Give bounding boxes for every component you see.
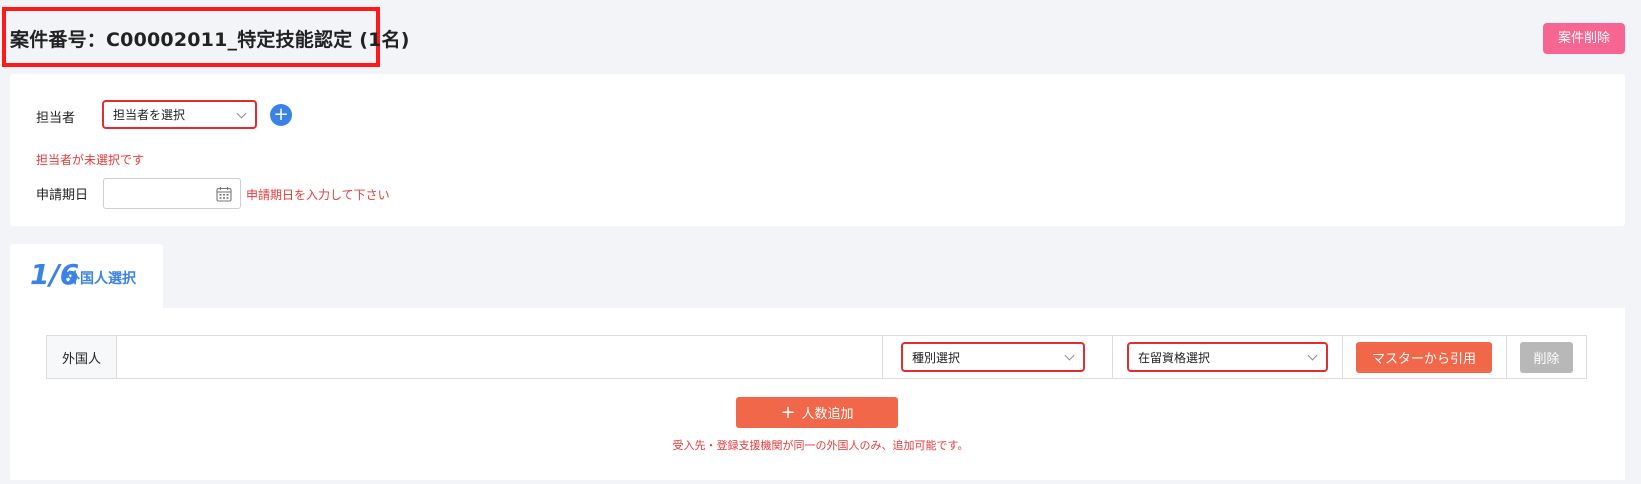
- assignee-label: 担当者: [36, 111, 76, 126]
- plus-icon: +: [780, 401, 796, 423]
- residence-status-select-value: 在留資格選択: [1138, 350, 1211, 365]
- assignee-select[interactable]: 担当者を選択: [102, 100, 257, 129]
- quote-from-master-button[interactable]: マスターから引用: [1356, 342, 1492, 373]
- delete-case-button[interactable]: 案件削除: [1543, 23, 1625, 54]
- assignee-error: 担当者が未選択です: [36, 153, 145, 167]
- add-people-note: 受入先・登録支援機関が同一の外国人のみ、追加可能です。: [672, 439, 969, 452]
- calendar-icon[interactable]: [216, 186, 232, 202]
- type-select-value: 種別選択: [912, 350, 961, 365]
- assignee-select-value: 担当者を選択: [113, 108, 186, 122]
- cell-divider: [1112, 336, 1113, 378]
- chevron-down-icon: [236, 108, 247, 119]
- application-date-label: 申請期日: [36, 188, 89, 203]
- foreigner-card: [10, 308, 1625, 480]
- cell-divider: [1342, 336, 1343, 378]
- cell-divider: [1506, 336, 1507, 378]
- chevron-down-icon: [1307, 350, 1318, 361]
- case-info-card: [10, 74, 1625, 226]
- page-title: 案件番号：C00002011_特定技能認定 (1名): [10, 29, 410, 51]
- tab-foreigner-selection[interactable]: 1/6 外国人選択: [10, 244, 163, 308]
- add-people-label: 人数追加: [801, 407, 854, 422]
- add-assignee-plus-icon[interactable]: +: [270, 104, 292, 126]
- chevron-down-icon: [1064, 350, 1075, 361]
- application-date-error: 申請期日を入力して下さい: [246, 188, 390, 202]
- application-date-input[interactable]: [103, 178, 241, 209]
- row-delete-button[interactable]: 削除: [1520, 342, 1573, 373]
- add-people-button[interactable]: + 人数追加: [736, 397, 898, 428]
- residence-status-select[interactable]: 在留資格選択: [1127, 342, 1328, 372]
- cell-divider: [882, 336, 883, 378]
- tab-label: 外国人選択: [66, 271, 136, 287]
- type-select[interactable]: 種別選択: [901, 342, 1085, 372]
- foreigner-label: 外国人: [47, 336, 117, 378]
